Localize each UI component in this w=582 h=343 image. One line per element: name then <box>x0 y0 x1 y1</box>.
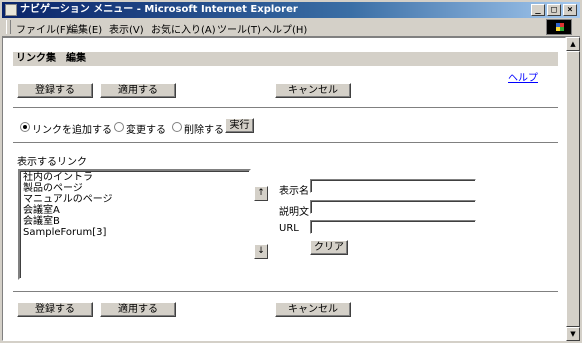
maximize-button[interactable]: □ <box>547 4 561 16</box>
toolbar-grip[interactable] <box>6 20 11 34</box>
divider <box>13 291 558 293</box>
radio-change-label: 変更する <box>126 125 166 136</box>
display-name-input[interactable] <box>310 179 476 193</box>
ie-window-icon[interactable] <box>5 4 17 16</box>
move-down-button[interactable]: ↓ <box>254 244 268 259</box>
window-title: ナビゲーション メニュー - Microsoft Internet Explor… <box>20 4 298 15</box>
radio-add-link-label: リンクを追加する <box>32 125 112 136</box>
list-item[interactable]: SampleForum[3] <box>23 227 246 238</box>
cancel-button-top[interactable]: キャンセル <box>275 83 351 98</box>
menu-favorites[interactable]: お気に入り(A) <box>151 21 216 36</box>
register-button-top[interactable]: 登録する <box>17 83 93 98</box>
browser-window: ナビゲーション メニュー - Microsoft Internet Explor… <box>0 0 582 343</box>
minimize-button[interactable]: _ <box>531 4 545 16</box>
apply-button-top[interactable]: 適用する <box>100 83 176 98</box>
scroll-thumb[interactable] <box>566 51 580 327</box>
radio-change[interactable] <box>114 122 124 132</box>
links-section-label: 表示するリンク <box>17 157 87 168</box>
clear-button[interactable]: クリア <box>310 240 348 255</box>
description-input[interactable] <box>310 200 476 214</box>
windows-logo-icon <box>546 19 572 35</box>
scroll-up-icon[interactable]: ▲ <box>566 37 580 51</box>
title-bar[interactable]: ナビゲーション メニュー - Microsoft Internet Explor… <box>2 2 580 18</box>
radio-delete[interactable] <box>172 122 182 132</box>
menu-edit[interactable]: 編集(E) <box>68 21 102 36</box>
page-title: リンク集 編集 <box>13 52 558 66</box>
radio-add-link[interactable] <box>20 122 30 132</box>
menu-view[interactable]: 表示(V) <box>109 21 144 36</box>
list-item[interactable]: 社内のイントラ <box>23 172 246 183</box>
close-button[interactable]: × <box>563 4 577 16</box>
list-item[interactable]: マニュアルのページ <box>23 194 246 205</box>
list-item[interactable]: 会議室A <box>23 205 246 216</box>
menu-bar: ファイル(F) 編集(E) 表示(V) お気に入り(A) ツール(T) ヘルプ(… <box>2 18 580 37</box>
radio-delete-label: 削除する <box>184 125 224 136</box>
divider <box>13 142 558 144</box>
help-link[interactable]: ヘルプ <box>508 69 538 84</box>
cancel-button-bottom[interactable]: キャンセル <box>275 302 351 317</box>
list-item[interactable]: 製品のページ <box>23 183 246 194</box>
url-label: URL <box>279 223 299 234</box>
apply-button-bottom[interactable]: 適用する <box>100 302 176 317</box>
scroll-down-icon[interactable]: ▼ <box>566 327 580 341</box>
list-item[interactable]: 会議室B <box>23 216 246 227</box>
menu-file[interactable]: ファイル(F) <box>16 21 70 36</box>
divider <box>13 107 558 109</box>
move-up-button[interactable]: ↑ <box>254 186 268 201</box>
register-button-bottom[interactable]: 登録する <box>17 302 93 317</box>
description-label: 説明文 <box>279 207 309 218</box>
display-name-label: 表示名 <box>279 186 309 197</box>
execute-button[interactable]: 実行 <box>225 118 254 133</box>
page-content: リンク集 編集 ヘルプ 登録する 適用する キャンセル リンクを追加する 変更す… <box>2 37 566 341</box>
links-listbox[interactable]: 社内のイントラ 製品のページ マニュアルのページ 会議室A 会議室B Sampl… <box>18 169 251 280</box>
menu-help[interactable]: ヘルプ(H) <box>262 21 307 36</box>
vertical-scrollbar[interactable]: ▲ ▼ <box>566 37 580 341</box>
url-input[interactable] <box>310 220 476 234</box>
menu-tools[interactable]: ツール(T) <box>217 21 261 36</box>
